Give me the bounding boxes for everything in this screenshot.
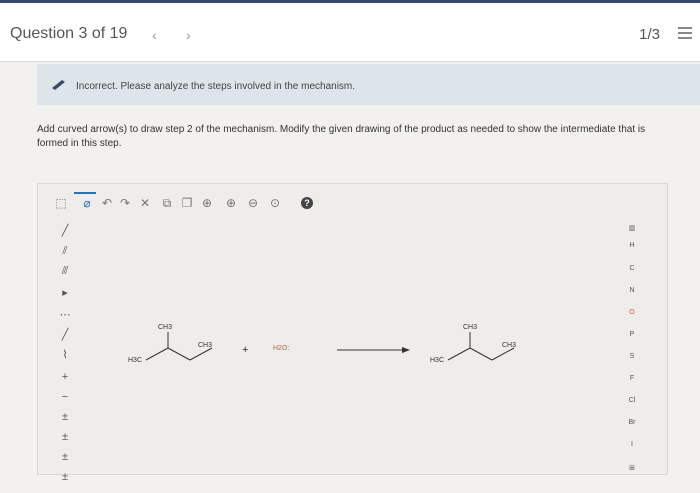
active-tool-indicator — [74, 192, 96, 194]
periodic-table-icon[interactable]: ▥ — [622, 224, 642, 232]
pencil-icon — [52, 80, 65, 90]
curved-arrow-icon[interactable]: ± — [58, 450, 72, 464]
top-bar: Question 3 of 19 ‹ › 1/3 — [0, 0, 700, 62]
element-h[interactable]: H — [622, 242, 642, 249]
water-label[interactable]: H2O: — [273, 345, 289, 352]
editor-toolbar: ⬚ ⌀ ↶ ↷ ✕ ⧉ ❐ ⊕ ⊕ ⊖ ⊙ ? — [38, 184, 667, 220]
element-n[interactable]: N — [622, 287, 642, 294]
product-h3c-label[interactable]: H3C — [430, 357, 444, 364]
element-c[interactable]: C — [622, 265, 642, 272]
element-p[interactable]: P — [622, 331, 642, 338]
arrow-tool-icon[interactable]: ± — [58, 470, 72, 484]
radical-icon[interactable]: ± — [58, 410, 72, 424]
h3c-left-label[interactable]: H3C — [128, 357, 142, 364]
zoom-out-icon[interactable]: ⊖ — [246, 196, 260, 210]
positive-charge-icon[interactable]: + — [58, 370, 72, 384]
wedge-bond-icon[interactable]: ▸ — [58, 286, 72, 300]
element-cl[interactable]: Cl — [622, 397, 642, 404]
element-br[interactable]: Br — [622, 419, 642, 426]
attempts-counter: 1/3 — [639, 26, 660, 43]
feedback-banner: Incorrect. Please analyze the steps invo… — [37, 64, 700, 105]
wavy-bond-icon[interactable]: ╱ — [58, 328, 72, 342]
negative-charge-icon[interactable]: − — [58, 390, 72, 404]
ch3-right-label[interactable]: CH3 — [198, 342, 212, 349]
zoom-in-icon[interactable]: ⊕ — [224, 196, 238, 210]
single-bond-icon[interactable]: ╱ — [58, 224, 72, 238]
ch3-top-label[interactable]: CH3 — [158, 324, 172, 331]
chain-tool-icon[interactable]: ⌇ — [58, 348, 72, 362]
reaction-bonds — [145, 332, 515, 361]
double-bond-icon[interactable]: ⫽ — [58, 244, 72, 258]
instructions-text: Add curved arrow(s) to draw step 2 of th… — [37, 124, 646, 149]
help-icon[interactable]: ? — [301, 197, 313, 209]
template-icon[interactable]: ⊞ — [622, 464, 642, 472]
drawing-editor[interactable]: ⬚ ⌀ ↶ ↷ ✕ ⧉ ❐ ⊕ ⊕ ⊖ ⊙ ? ╱ ⫽ ⫻ ▸ ⋯ ╱ ⌇ + … — [37, 183, 668, 483]
next-question-icon[interactable]: › — [186, 27, 191, 43]
paste-icon[interactable]: ❐ — [180, 196, 194, 210]
triple-bond-icon[interactable]: ⫻ — [58, 264, 72, 278]
element-i[interactable]: I — [622, 441, 642, 448]
delete-icon[interactable]: ✕ — [138, 196, 152, 210]
menu-list-icon[interactable] — [678, 27, 692, 39]
product-ch3-right-label[interactable]: CH3 — [502, 342, 516, 349]
zoom-fit-icon[interactable]: ⊕ — [200, 196, 214, 210]
feedback-message: Incorrect. Please analyze the steps invo… — [76, 81, 356, 92]
product-ch3-top-label[interactable]: CH3 — [463, 324, 477, 331]
copy-icon[interactable]: ⧉ — [160, 196, 174, 210]
select-tool-icon[interactable]: ⬚ — [54, 196, 68, 210]
question-label: Question 3 of 19 — [10, 25, 128, 42]
element-s[interactable]: S — [622, 353, 642, 360]
element-f[interactable]: F — [622, 375, 642, 382]
eraser-tool-icon[interactable]: ⌀ — [80, 196, 94, 210]
zoom-reset-icon[interactable]: ⊙ — [268, 196, 282, 210]
element-o[interactable]: O — [622, 309, 642, 316]
lone-pair-icon[interactable]: ± — [58, 430, 72, 444]
dash-bond-icon[interactable]: ⋯ — [58, 308, 72, 322]
undo-icon[interactable]: ↶ — [100, 196, 114, 210]
previous-question-icon[interactable]: ‹ — [152, 27, 157, 43]
plus-sign: + — [242, 344, 249, 356]
redo-icon[interactable]: ↷ — [118, 196, 132, 210]
